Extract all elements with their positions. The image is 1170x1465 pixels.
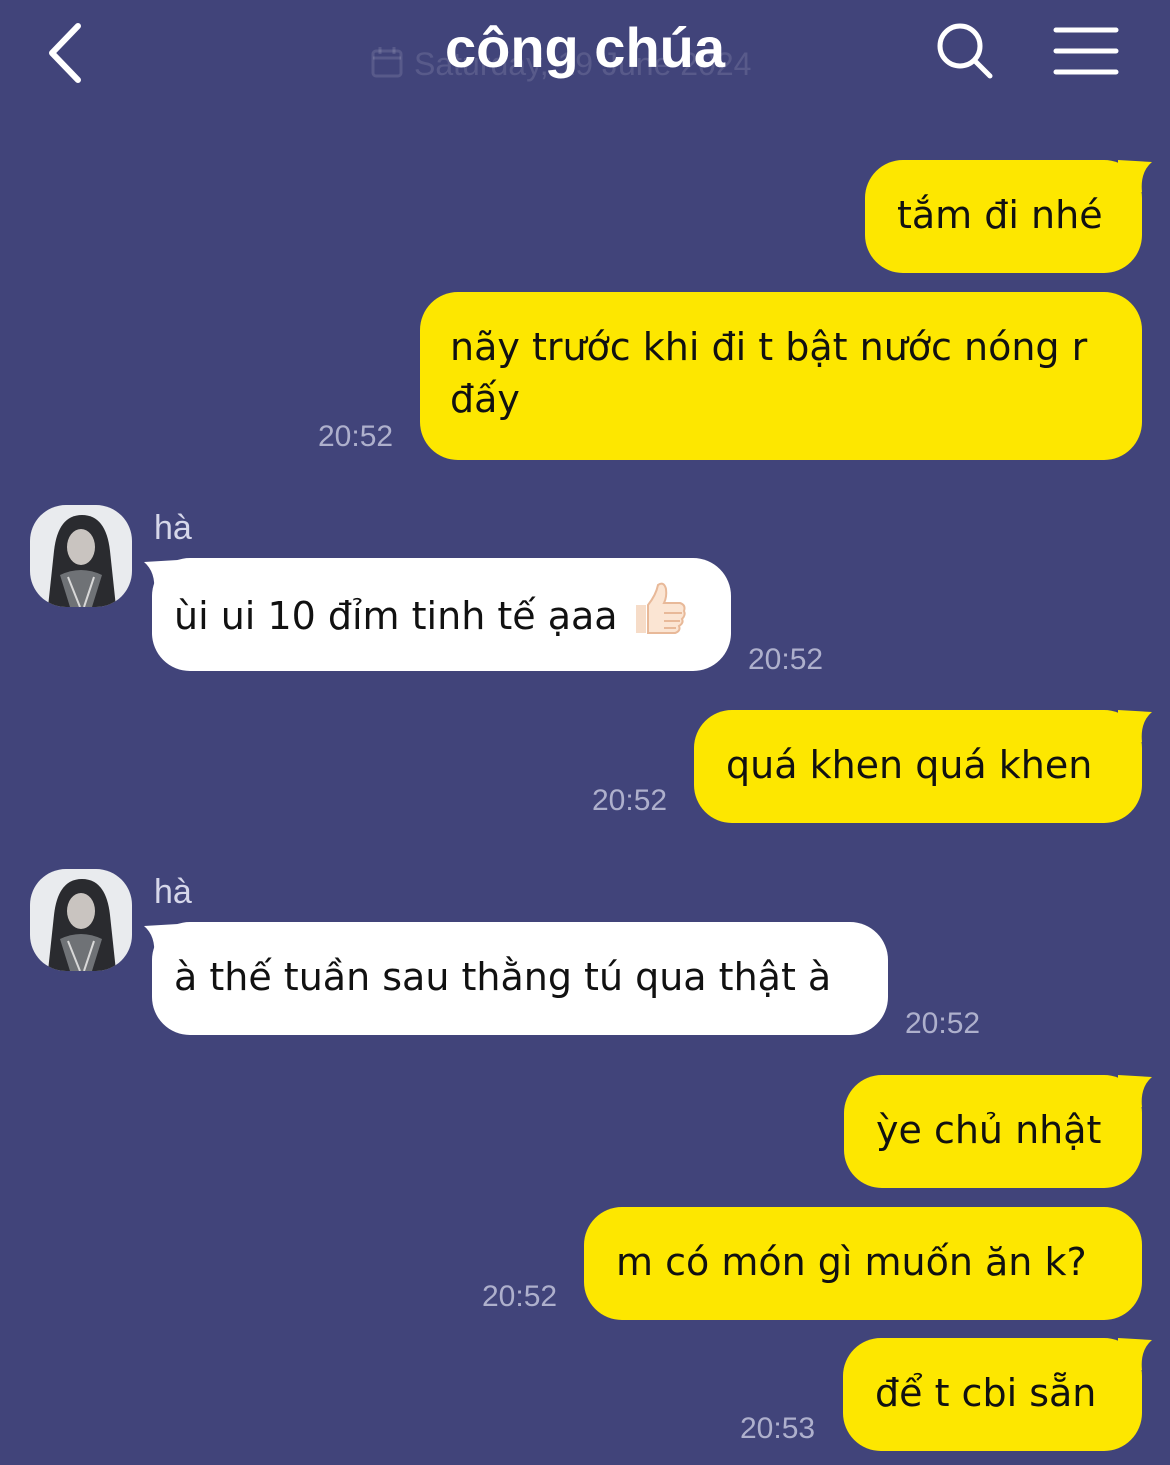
hamburger-menu-icon — [1053, 27, 1119, 75]
incoming-message-bubble[interactable]: ùi ui 10 đỉm tinh tế ạaa — [152, 558, 731, 671]
message-text: à thế tuần sau thằng tú qua thật à — [174, 955, 832, 999]
search-icon — [937, 23, 993, 79]
message-timestamp: 20:52 — [592, 784, 668, 817]
menu-button[interactable] — [1050, 22, 1122, 80]
message-text: m có món gì muốn ăn k? — [616, 1240, 1087, 1284]
message-timestamp: 20:52 — [318, 420, 394, 453]
bubble-tail — [1118, 160, 1152, 192]
message-text: để t cbi sẵn — [875, 1371, 1097, 1415]
message-timestamp: 20:52 — [748, 643, 824, 676]
sender-name: hà — [154, 873, 192, 911]
message-text: ùi ui 10 đỉm tinh tế ạaa — [174, 594, 618, 638]
incoming-message-bubble[interactable]: à thế tuần sau thằng tú qua thật à — [152, 922, 888, 1035]
outgoing-message-bubble[interactable]: nãy trước khi đi t bật nước nóng r đấy — [420, 292, 1142, 460]
chat-header: Saturday, 19 June 2024 công chúa — [0, 0, 1170, 110]
contact-avatar[interactable] — [30, 869, 132, 971]
message-timestamp: 20:52 — [482, 1280, 558, 1313]
message-text: nãy trước khi đi t bật nước nóng r đấy — [450, 325, 1088, 421]
outgoing-message-bubble[interactable]: tắm đi nhé — [865, 160, 1142, 273]
sender-name: hà — [154, 509, 192, 547]
outgoing-message-bubble[interactable]: m có món gì muốn ăn k? — [584, 1207, 1142, 1320]
bubble-tail — [1118, 710, 1152, 742]
message-timestamp: 20:52 — [905, 1007, 981, 1040]
outgoing-message-bubble[interactable]: ỳe chủ nhật — [844, 1075, 1142, 1188]
contact-avatar[interactable] — [30, 505, 132, 607]
bubble-tail — [1118, 1075, 1152, 1107]
message-text: quá khen quá khen — [726, 743, 1093, 787]
bubble-tail — [1118, 1338, 1152, 1370]
message-text: tắm đi nhé — [897, 193, 1103, 237]
outgoing-message-bubble[interactable]: quá khen quá khen — [694, 710, 1142, 823]
thumbs-up-emoji-icon — [630, 579, 688, 650]
message-timestamp: 20:53 — [740, 1412, 816, 1445]
search-button[interactable] — [930, 20, 1000, 84]
message-text: ỳe chủ nhật — [876, 1108, 1102, 1152]
outgoing-message-bubble[interactable]: để t cbi sẵn — [843, 1338, 1142, 1451]
